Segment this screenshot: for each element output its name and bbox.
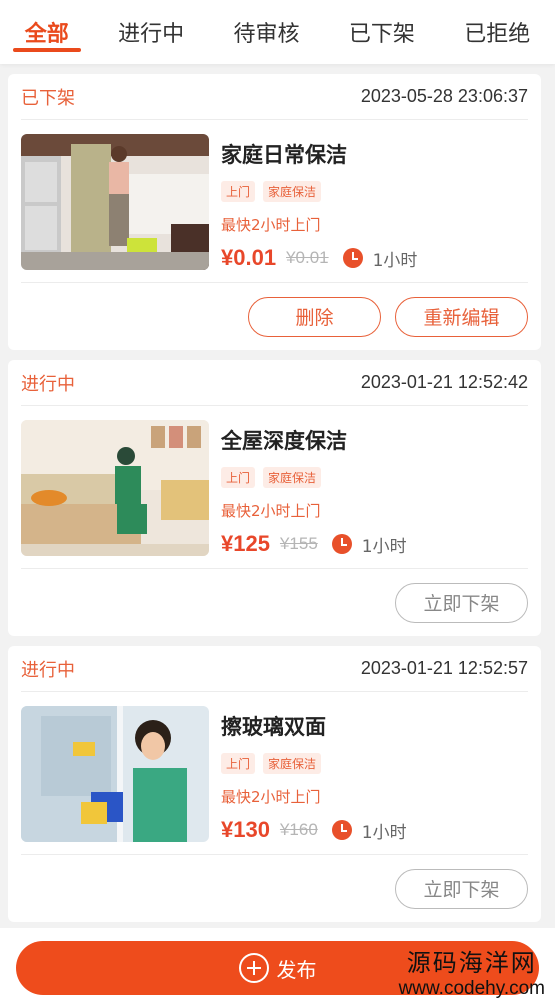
original-price: ¥160 xyxy=(279,820,318,839)
service-thumbnail[interactable] xyxy=(21,420,209,556)
service-info: 擦玻璃双面 上门 家庭保洁 最快2小时上门 ¥130 ¥160 1小时 xyxy=(221,706,528,854)
order-list: 已下架 2023-05-28 23:06:37 家庭日常保洁 上门 家庭保洁 最… xyxy=(8,74,541,932)
delete-button[interactable]: 删除 xyxy=(248,296,381,337)
tab-pending-review[interactable]: 待审核 xyxy=(227,0,305,64)
card-header: 已下架 2023-05-28 23:06:37 xyxy=(21,74,528,120)
tag: 上门 xyxy=(221,181,256,202)
publish-label: 发布 xyxy=(276,957,317,982)
timestamp: 2023-01-21 12:52:57 xyxy=(360,658,528,678)
watermark-url: www.codehy.com xyxy=(398,978,545,999)
card-actions: 立即下架 xyxy=(21,854,528,922)
service-title: 擦玻璃双面 xyxy=(221,715,326,739)
tag: 上门 xyxy=(221,467,256,488)
card-header: 进行中 2023-01-21 12:52:42 xyxy=(21,360,528,406)
duration: 1小时 xyxy=(372,250,418,271)
service-title: 家庭日常保洁 xyxy=(221,143,347,167)
original-price: ¥155 xyxy=(279,534,318,553)
card-body: 擦玻璃双面 上门 家庭保洁 最快2小时上门 ¥130 ¥160 1小时 xyxy=(21,692,528,854)
duration: 1小时 xyxy=(361,536,407,557)
eta-text: 最快2小时上门 xyxy=(221,788,321,806)
plus-circle-icon xyxy=(238,953,269,983)
take-offline-button[interactable]: 立即下架 xyxy=(395,582,528,623)
timestamp: 2023-01-21 12:52:42 xyxy=(360,372,528,392)
status-tabs: 全部 进行中 待审核 已下架 已拒绝 xyxy=(0,0,555,64)
tag-list: 上门 家庭保洁 xyxy=(221,181,528,202)
price: ¥0.01 xyxy=(221,245,277,270)
service-info: 家庭日常保洁 上门 家庭保洁 最快2小时上门 ¥0.01 ¥0.01 1小时 xyxy=(221,134,528,282)
watermark: 源码海洋网 www.codehy.com xyxy=(399,943,545,1000)
eta-text: 最快2小时上门 xyxy=(221,502,321,520)
clock-icon xyxy=(342,248,363,268)
service-card[interactable]: 进行中 2023-01-21 12:52:42 全屋深度保洁 上门 家庭保洁 最… xyxy=(8,360,541,636)
watermark-title: 源码海洋网 xyxy=(406,949,537,977)
tab-in-progress[interactable]: 进行中 xyxy=(112,0,190,64)
tag: 家庭保洁 xyxy=(263,181,322,202)
status-label: 进行中 xyxy=(21,373,75,395)
card-body: 全屋深度保洁 上门 家庭保洁 最快2小时上门 ¥125 ¥155 1小时 xyxy=(21,406,528,568)
take-offline-button[interactable]: 立即下架 xyxy=(395,868,528,909)
eta-text: 最快2小时上门 xyxy=(221,216,321,234)
price: ¥130 xyxy=(221,817,270,842)
tag: 家庭保洁 xyxy=(263,753,322,774)
card-header: 进行中 2023-01-21 12:52:57 xyxy=(21,646,528,692)
service-title: 全屋深度保洁 xyxy=(221,429,347,453)
tag: 家庭保洁 xyxy=(263,467,322,488)
service-thumbnail[interactable] xyxy=(21,706,209,842)
tab-offline[interactable]: 已下架 xyxy=(343,0,421,64)
tag: 上门 xyxy=(221,753,256,774)
original-price: ¥0.01 xyxy=(286,248,329,267)
clock-icon xyxy=(331,534,352,554)
status-label: 进行中 xyxy=(21,659,75,681)
price-row: ¥0.01 ¥0.01 1小时 xyxy=(221,245,528,271)
card-body: 家庭日常保洁 上门 家庭保洁 最快2小时上门 ¥0.01 ¥0.01 1小时 xyxy=(21,120,528,282)
card-actions: 立即下架 xyxy=(21,568,528,636)
service-thumbnail[interactable] xyxy=(21,134,209,270)
duration: 1小时 xyxy=(361,822,407,843)
status-label: 已下架 xyxy=(21,87,75,109)
timestamp: 2023-05-28 23:06:37 xyxy=(360,86,528,106)
tab-rejected[interactable]: 已拒绝 xyxy=(458,0,536,64)
service-info: 全屋深度保洁 上门 家庭保洁 最快2小时上门 ¥125 ¥155 1小时 xyxy=(221,420,528,568)
price: ¥125 xyxy=(221,531,270,556)
service-card[interactable]: 进行中 2023-01-21 12:52:57 擦玻璃双面 上门 家庭保洁 最快… xyxy=(8,646,541,922)
service-card[interactable]: 已下架 2023-05-28 23:06:37 家庭日常保洁 上门 家庭保洁 最… xyxy=(8,74,541,350)
tag-list: 上门 家庭保洁 xyxy=(221,467,528,488)
price-row: ¥130 ¥160 1小时 xyxy=(221,817,528,843)
re-edit-button[interactable]: 重新编辑 xyxy=(395,296,528,337)
price-row: ¥125 ¥155 1小时 xyxy=(221,531,528,557)
clock-icon xyxy=(331,820,352,840)
card-actions: 删除 重新编辑 xyxy=(21,282,528,350)
tab-all[interactable]: 全部 xyxy=(12,0,81,64)
tag-list: 上门 家庭保洁 xyxy=(221,753,528,774)
